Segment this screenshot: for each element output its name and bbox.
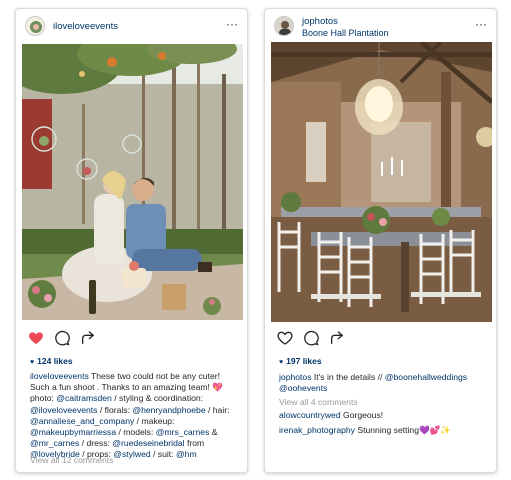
caption-text: / hair: xyxy=(205,404,230,415)
caption-line: @makeupbymarriessa / models: @mrs_carnes… xyxy=(30,427,240,438)
post-card-iloveloveevents: iloveloveevents ··· ♥ 124 likes ilovelov… xyxy=(15,8,248,473)
caption-mention[interactable]: @makeupbymarriessa xyxy=(30,427,116,437)
share-icon[interactable] xyxy=(80,330,96,346)
likes-text: 197 likes xyxy=(286,356,322,366)
caption-mention[interactable]: @mr_carnes xyxy=(30,438,79,448)
caption-text: These two could not be any cuter! xyxy=(88,371,220,381)
caption-line: iloveloveevents These two could not be a… xyxy=(30,371,240,382)
post-location[interactable]: Boone Hall Plantation xyxy=(302,28,389,38)
caption-text: Such a fun shoot . Thanks to an amazing … xyxy=(30,382,224,393)
caption-text: / florals: xyxy=(97,404,133,415)
like-count[interactable]: ♥ 124 likes xyxy=(30,356,73,366)
caption-text: / dress: xyxy=(79,438,113,449)
caption-line: @mr_carnes / dress: @ruedeseinebridal fr… xyxy=(30,438,240,449)
caption-mention[interactable]: @hm xyxy=(176,449,197,459)
post-username[interactable]: jophotos xyxy=(302,16,338,27)
caption-username[interactable]: jophotos xyxy=(279,372,312,382)
post-photo[interactable] xyxy=(22,44,243,320)
more-options-icon[interactable]: ··· xyxy=(226,18,238,30)
view-all-comments-link[interactable]: View all 4 comments xyxy=(279,397,358,407)
caption-mention[interactable]: @oohevents xyxy=(279,383,327,393)
heart-icon[interactable] xyxy=(28,330,44,346)
comment-item: irenak_photography Stunning setting💜💕✨ xyxy=(279,425,489,436)
comment-icon[interactable] xyxy=(303,330,319,346)
caption-text: / makeup: xyxy=(134,415,175,426)
post-username[interactable]: iloveloveevents xyxy=(53,21,118,32)
post-photo[interactable] xyxy=(271,42,492,322)
comment-item: alowcountrywed Gorgeous! xyxy=(279,410,489,420)
post-actions xyxy=(277,330,377,346)
comment-text: Stunning setting💜💕✨ xyxy=(354,425,452,435)
caption-mention[interactable]: @ruedeseinebridal xyxy=(112,438,184,448)
caption-text: / styling & coordination: xyxy=(111,393,204,404)
caption-mention[interactable]: @caitramsden xyxy=(56,393,112,403)
like-count[interactable]: ♥ 197 likes xyxy=(279,356,322,366)
caption-text: photo: xyxy=(30,393,57,404)
caption-username[interactable]: iloveloveevents xyxy=(30,371,89,381)
caption-mention[interactable]: @boonehallweddings xyxy=(385,372,467,382)
likes-text: 124 likes xyxy=(37,356,73,366)
comment-text: Gorgeous! xyxy=(340,410,384,420)
avatar[interactable] xyxy=(274,16,294,36)
caption-line: @oohevents xyxy=(279,383,489,394)
caption-text: from xyxy=(184,438,205,449)
heart-outline-icon[interactable] xyxy=(277,330,293,346)
caption-line: @annaliese_and_company / makeup: xyxy=(30,416,240,427)
caption-line: @iloveloveevents / florals: @henryandpho… xyxy=(30,405,240,416)
share-icon[interactable] xyxy=(329,330,345,346)
comment-icon[interactable] xyxy=(54,330,70,346)
post-header: iloveloveevents ··· xyxy=(16,9,247,43)
likes-heart-icon: ♥ xyxy=(279,359,284,366)
post-card-jophotos: jophotos Boone Hall Plantation ··· ♥ 197… xyxy=(264,8,497,473)
caption-mention[interactable]: @henryandphoebe xyxy=(132,405,205,415)
caption-line: Such a fun shoot . Thanks to an amazing … xyxy=(30,382,240,393)
caption-text: / models: xyxy=(116,427,156,438)
comment-username[interactable]: alowcountrywed xyxy=(279,410,341,420)
caption-line: photo: @caitramsden / styling & coordina… xyxy=(30,393,240,404)
caption-mention[interactable]: @iloveloveevents xyxy=(30,405,97,415)
more-options-icon[interactable]: ··· xyxy=(475,18,487,30)
post-caption: iloveloveevents These two could not be a… xyxy=(30,371,240,461)
caption-line: jophotos It's in the details // @booneha… xyxy=(279,372,489,383)
caption-mention[interactable]: @mrs_carnes xyxy=(156,427,210,437)
caption-text: It's in the details // xyxy=(311,372,385,382)
post-header: jophotos Boone Hall Plantation ··· xyxy=(265,9,496,43)
view-all-comments-link[interactable]: View all 12 comments xyxy=(30,455,113,465)
avatar[interactable] xyxy=(25,16,45,36)
likes-heart-icon: ♥ xyxy=(30,359,35,366)
comment-username[interactable]: irenak_photography xyxy=(279,425,355,435)
caption-text: / suit: xyxy=(150,449,176,460)
post-actions xyxy=(28,330,128,346)
caption-text: & xyxy=(209,427,218,438)
caption-mention[interactable]: @stylwed xyxy=(113,449,150,459)
post-caption: jophotos It's in the details // @booneha… xyxy=(279,372,489,394)
caption-mention[interactable]: @annaliese_and_company xyxy=(30,416,134,426)
